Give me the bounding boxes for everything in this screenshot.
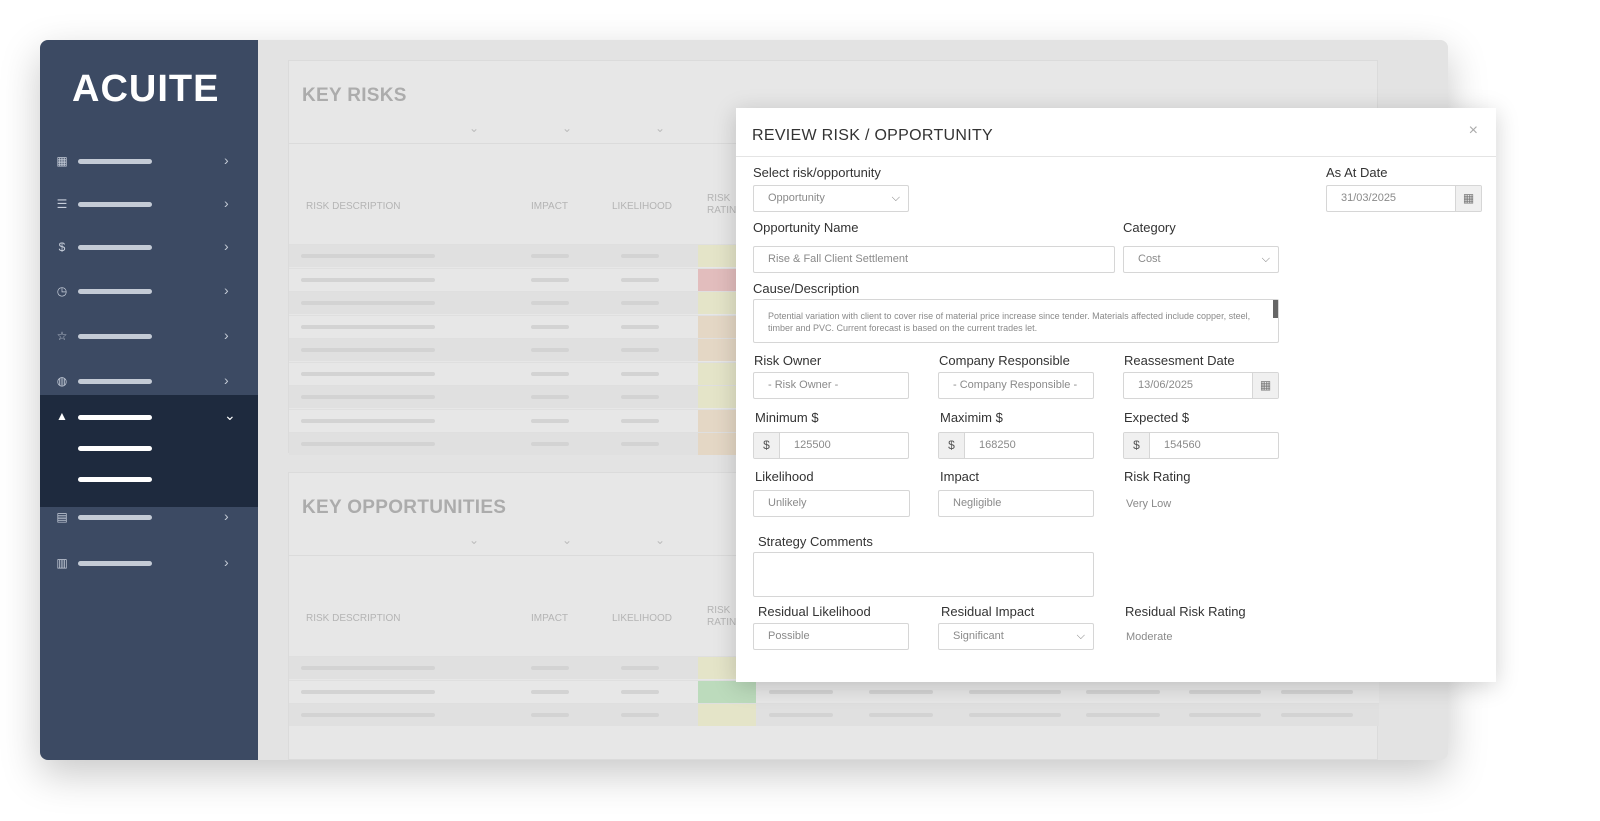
cause-description-label: Cause/Description	[753, 281, 860, 296]
chevron-right-icon: ›	[224, 195, 229, 211]
maximum-label: Maximim $	[940, 410, 1003, 425]
opportunity-name-label: Opportunity Name	[753, 220, 859, 235]
risk-rating-label: Risk Rating	[1124, 469, 1191, 484]
reassessment-date-label: Reassesment Date	[1124, 353, 1235, 368]
sidebar-item-list[interactable]: ☰ ›	[40, 186, 258, 222]
likelihood-select[interactable]: Unlikely	[753, 490, 910, 517]
reassessment-date-field[interactable]: 13/06/2025 ▦	[1123, 372, 1279, 399]
dollar-icon: $	[939, 433, 965, 458]
residual-risk-rating-label: Residual Risk Rating	[1125, 604, 1246, 619]
sidebar-subitem-2[interactable]	[78, 477, 152, 482]
sidebar-item-dashboard[interactable]: ▦ ›	[40, 143, 258, 179]
chevron-right-icon: ›	[224, 372, 229, 388]
clock-icon: ◷	[56, 284, 68, 298]
impact-select[interactable]: Negligible	[938, 490, 1094, 517]
sidebar-item-risks[interactable]: ▲ ⌄	[40, 395, 258, 507]
scrollbar[interactable]	[1273, 300, 1278, 318]
strategy-comments-textarea[interactable]	[753, 552, 1094, 597]
expected-input[interactable]: $ 154560	[1123, 432, 1279, 459]
star-icon: ☆	[56, 329, 68, 343]
maximum-input[interactable]: $ 168250	[938, 432, 1094, 459]
residual-risk-rating-value: Moderate	[1126, 631, 1173, 643]
as-at-date-field[interactable]: 31/03/2025 ▦	[1326, 185, 1482, 212]
list-icon: ☰	[56, 197, 68, 211]
cause-description-textarea[interactable]: Potential variation with client to cover…	[753, 299, 1279, 343]
chevron-down-icon: ⌄	[224, 407, 236, 423]
dollar-icon: $	[1124, 433, 1150, 458]
risk-owner-select[interactable]: - Risk Owner -	[753, 372, 909, 399]
chevron-right-icon: ›	[224, 327, 229, 343]
sidebar-item-time[interactable]: ◷ ›	[40, 273, 258, 309]
category-select[interactable]: Cost ⌵	[1123, 246, 1279, 273]
expected-label: Expected $	[1124, 410, 1190, 425]
document-icon: ▥	[56, 556, 68, 570]
sidebar-subitem-1[interactable]	[78, 446, 152, 451]
modal-title: REVIEW RISK / OPPORTUNITY	[752, 127, 994, 144]
calendar-icon[interactable]: ▦	[1252, 373, 1278, 398]
risk-rating-value: Very Low	[1126, 498, 1172, 510]
sidebar-item-global[interactable]: ◍ ›	[40, 363, 258, 399]
chevron-down-icon: ⌵	[1261, 253, 1270, 265]
review-risk-modal: REVIEW RISK / OPPORTUNITY × Select risk/…	[736, 108, 1496, 682]
minimum-label: Minimum $	[755, 410, 819, 425]
dashboard-icon: ▦	[56, 154, 68, 168]
close-icon[interactable]: ×	[1469, 122, 1478, 140]
minimum-input[interactable]: $ 125500	[753, 432, 909, 459]
select-risk-opportunity[interactable]: Opportunity ⌵	[753, 185, 909, 212]
residual-impact-select[interactable]: Significant ⌵	[938, 623, 1094, 650]
sidebar-item-file[interactable]: ▤ ›	[40, 499, 258, 535]
opportunity-name-input[interactable]: Rise & Fall Client Settlement	[753, 246, 1115, 273]
strategy-comments-label: Strategy Comments	[758, 534, 873, 549]
file-icon: ▤	[56, 510, 68, 524]
chevron-right-icon: ›	[224, 282, 229, 298]
chevron-right-icon: ›	[224, 238, 229, 254]
select-risk-label: Select risk/opportunity	[753, 165, 881, 180]
chevron-down-icon: ⌵	[1076, 630, 1085, 642]
app-logo: ACUITE	[72, 68, 220, 110]
chevron-right-icon: ›	[224, 152, 229, 168]
risk-owner-label: Risk Owner	[754, 353, 822, 368]
chevron-down-icon: ⌵	[891, 192, 900, 204]
globe-icon: ◍	[56, 374, 68, 388]
impact-label: Impact	[940, 469, 980, 484]
sidebar-item-finance[interactable]: $ ›	[40, 229, 258, 265]
sidebar-item-favourites[interactable]: ☆ ›	[40, 318, 258, 354]
residual-likelihood-select[interactable]: Possible	[753, 623, 909, 650]
category-label: Category	[1123, 220, 1176, 235]
residual-impact-label: Residual Impact	[941, 604, 1035, 619]
warning-icon: ▲	[56, 409, 68, 423]
chevron-right-icon: ›	[224, 508, 229, 524]
dollar-icon: $	[754, 433, 780, 458]
chevron-right-icon: ›	[224, 554, 229, 570]
calendar-icon[interactable]: ▦	[1455, 186, 1481, 211]
residual-likelihood-label: Residual Likelihood	[758, 604, 871, 619]
as-at-date-label: As At Date	[1326, 165, 1388, 180]
dollar-icon: $	[58, 240, 66, 254]
company-responsible-select[interactable]: - Company Responsible -	[938, 372, 1094, 399]
sidebar: ACUITE ▦ › ☰ › $ › ◷ › ☆ › ◍ › ▲ ⌄ ▤ › ▥…	[40, 40, 258, 760]
company-responsible-label: Company Responsible	[939, 353, 1070, 368]
sidebar-item-document[interactable]: ▥ ›	[40, 545, 258, 581]
likelihood-label: Likelihood	[755, 469, 814, 484]
